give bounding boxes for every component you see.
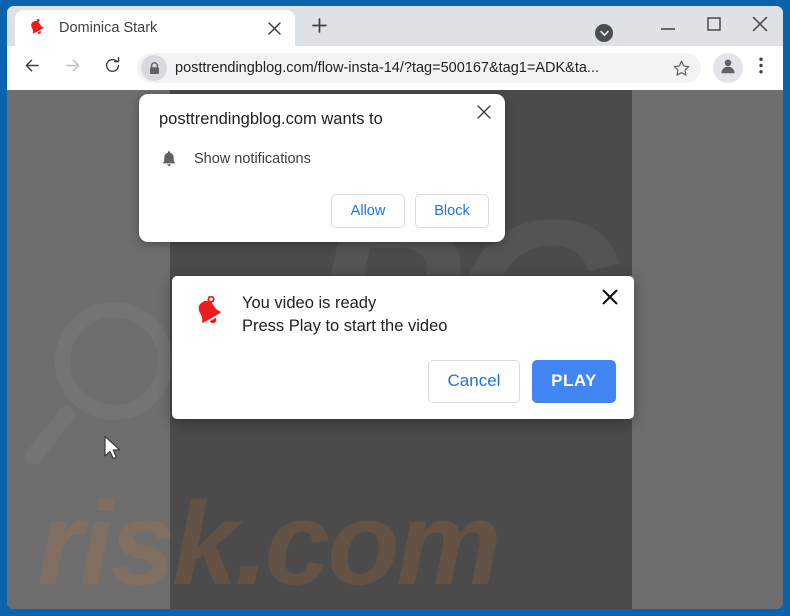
tab-title: Dominica Stark (59, 20, 158, 36)
permission-dialog-actions: Allow Block (159, 194, 489, 228)
browser-window: Dominica Stark posttrendingblog.com/flow… (0, 0, 790, 616)
modal-text-block: You video is ready Press Play to start t… (242, 292, 447, 338)
close-icon (602, 289, 618, 310)
browser-toolbar: posttrendingblog.com/flow-insta-14/?tag=… (7, 46, 783, 90)
permission-dialog-close-button[interactable] (473, 103, 495, 125)
modal-line-2: Press Play to start the video (242, 316, 448, 335)
page-viewport: PC risk.com posttrendingblog.com wants t… (7, 90, 783, 609)
avatar-icon (719, 57, 737, 80)
block-button[interactable]: Block (415, 194, 489, 228)
chrome-menu-button[interactable] (747, 53, 775, 83)
red-bell-icon (27, 18, 47, 38)
window-controls (595, 6, 783, 46)
red-bell-icon (192, 295, 226, 330)
modal-actions: Cancel PLAY (192, 359, 616, 403)
permission-row: Show notifications (159, 149, 489, 169)
modal-header: You video is ready Press Play to start t… (192, 292, 616, 338)
permission-label: Show notifications (194, 151, 311, 167)
tab-strip: Dominica Stark (7, 6, 783, 46)
cancel-button[interactable]: Cancel (428, 359, 520, 403)
close-icon (477, 104, 491, 124)
back-button[interactable] (17, 53, 47, 83)
reload-button[interactable] (97, 53, 127, 83)
chevron-down-circle-icon[interactable] (595, 24, 613, 42)
bookmark-star-icon[interactable] (667, 54, 695, 82)
address-bar[interactable]: posttrendingblog.com/flow-insta-14/?tag=… (137, 53, 701, 83)
minimize-icon (661, 17, 675, 35)
minimize-button[interactable] (645, 6, 691, 46)
close-icon (752, 16, 768, 37)
maximize-icon (707, 16, 721, 36)
profile-avatar[interactable] (713, 53, 743, 83)
notification-permission-dialog: posttrendingblog.com wants to Show notif… (139, 94, 505, 242)
bell-icon (159, 149, 179, 169)
address-bar-url: posttrendingblog.com/flow-insta-14/?tag=… (175, 60, 599, 76)
permission-dialog-title: posttrendingblog.com wants to (159, 110, 383, 128)
modal-close-button[interactable] (600, 289, 620, 309)
page-band-right (632, 90, 783, 609)
arrow-left-icon (23, 56, 42, 80)
video-ready-modal: You video is ready Press Play to start t… (172, 276, 634, 419)
browser-window-inner: Dominica Stark posttrendingblog.com/flow… (7, 6, 783, 609)
modal-line-1: You video is ready (242, 294, 377, 312)
tab-close-icon[interactable] (263, 17, 285, 39)
forward-button[interactable] (57, 53, 87, 83)
play-button[interactable]: PLAY (532, 359, 616, 403)
arrow-right-icon (63, 56, 82, 80)
reload-icon (103, 56, 122, 80)
new-tab-button[interactable] (304, 13, 334, 43)
browser-tab[interactable]: Dominica Stark (15, 10, 295, 46)
window-close-button[interactable] (737, 6, 783, 46)
allow-button[interactable]: Allow (331, 194, 405, 228)
three-dot-menu-icon (759, 57, 763, 79)
plus-icon (311, 18, 327, 38)
maximize-button[interactable] (691, 6, 737, 46)
lock-icon[interactable] (141, 55, 167, 81)
